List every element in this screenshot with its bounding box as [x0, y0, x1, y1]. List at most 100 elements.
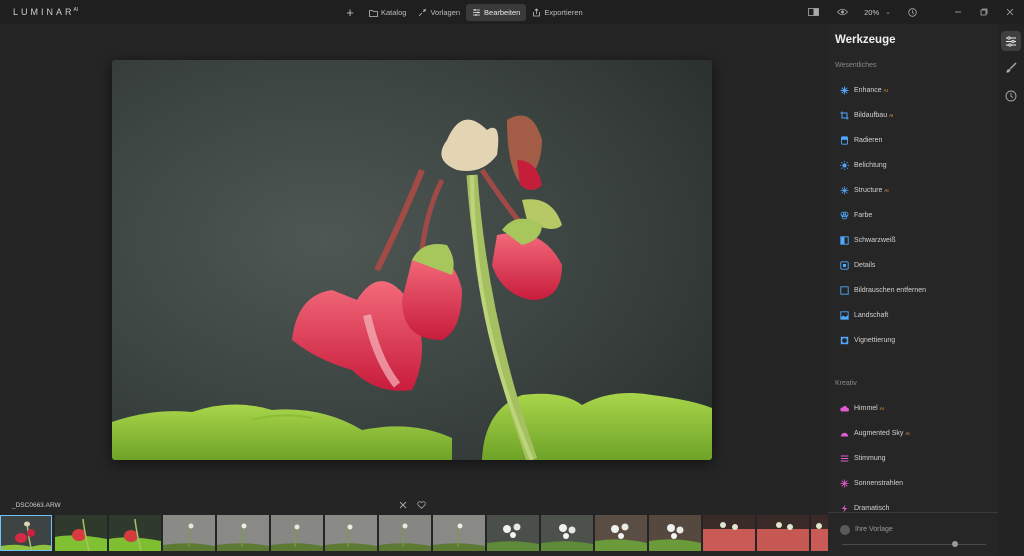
panel-title: Werkzeuge	[835, 34, 896, 46]
history-clock-icon[interactable]	[904, 4, 920, 20]
filmstrip-thumbnail[interactable]	[595, 515, 647, 551]
tool-details-label: Details	[854, 261, 876, 269]
filmstrip-filename: _DSC0663.ARW	[12, 502, 61, 509]
filmstrip-thumbnail[interactable]	[217, 515, 269, 551]
brush-icon[interactable]	[1001, 58, 1021, 78]
enhance-icon	[840, 86, 849, 95]
close-button[interactable]	[1002, 4, 1018, 20]
mood-icon	[840, 454, 849, 463]
filmstrip-thumbnail[interactable]	[325, 515, 377, 551]
reject-icon[interactable]	[398, 500, 408, 510]
zoom-dropdown[interactable]: 20% ⌄	[864, 8, 891, 17]
tool-himmel[interactable]: Himmel AI	[840, 401, 884, 415]
tool-structure-label: Structure	[854, 186, 883, 194]
add-photos-button[interactable]: +	[343, 4, 357, 21]
tool-details[interactable]: Details	[840, 258, 875, 272]
restore-button[interactable]	[976, 4, 992, 20]
app-logo-sup: AI	[73, 7, 79, 13]
tool-sonnenstrahlen[interactable]: Sonnenstrahlen	[840, 476, 903, 490]
crop-icon	[840, 111, 849, 120]
filmstrip-thumbnail[interactable]	[757, 515, 809, 551]
zoom-value: 20%	[864, 7, 880, 17]
tools-sliders-icon[interactable]	[1001, 31, 1021, 51]
tab-bearbeiten[interactable]: Bearbeiten	[466, 4, 527, 21]
tool-radieren[interactable]: Radieren	[840, 133, 882, 147]
tool-sonnenstrahlen-label: Sonnenstrahlen	[854, 479, 904, 487]
filmstrip-thumbnail[interactable]	[379, 515, 431, 551]
tool-stimmung[interactable]: Stimmung	[840, 451, 886, 465]
history-icon[interactable]	[1001, 86, 1021, 106]
tool-bildrauschen[interactable]: Bildrauschen entfernen	[840, 283, 926, 297]
tool-augmented-sky-label: Augmented Sky	[854, 429, 904, 437]
main-photo[interactable]	[112, 60, 712, 460]
preset-label: Ihre Vorlage	[855, 526, 893, 533]
tab-exportieren[interactable]: Exportieren	[526, 4, 588, 21]
minimize-button[interactable]	[950, 4, 966, 20]
top-right-controls: 20% ⌄	[805, 0, 1024, 24]
tool-augmented-sky[interactable]: Augmented Sky AI	[840, 426, 910, 440]
tab-katalog-label: Katalog	[381, 8, 407, 17]
image-canvas[interactable]	[0, 24, 828, 498]
section-label-essentials: Wesentliches	[835, 62, 877, 69]
tool-schwarzweiss[interactable]: Schwarzweiß	[840, 233, 896, 247]
filmstrip-thumbnail[interactable]	[649, 515, 701, 551]
app-logo-text: LUMINAR	[13, 7, 75, 17]
denoise-icon	[840, 285, 849, 295]
details-icon	[840, 260, 849, 270]
tools-panel: Werkzeuge Wesentliches Enhance AI Bildauf…	[828, 24, 998, 556]
tool-belichtung-label: Belichtung	[854, 161, 887, 169]
preset-bar: Ihre Vorlage	[828, 512, 998, 556]
augmented-sky-icon	[840, 429, 849, 438]
eye-icon[interactable]	[834, 4, 850, 20]
tool-himmel-label: Himmel	[854, 404, 878, 412]
favorite-heart-icon[interactable]	[416, 500, 426, 510]
tool-farbe[interactable]: Farbe	[840, 208, 872, 222]
filmstrip-actions	[398, 500, 426, 510]
bw-icon	[840, 235, 849, 245]
presets-icon	[418, 8, 427, 17]
filmstrip-thumbnail[interactable]	[541, 515, 593, 551]
eraser-icon	[840, 135, 849, 145]
filmstrip-thumbnail[interactable]	[487, 515, 539, 551]
tool-bildaufbau[interactable]: Bildaufbau AI	[840, 108, 893, 122]
tool-belichtung[interactable]: Belichtung	[840, 158, 887, 172]
ai-badge: AI	[889, 112, 894, 118]
top-navigation: + Katalog Vorlagen Bearbeiten Exportiere…	[343, 4, 589, 21]
tool-structure[interactable]: Structure AI	[840, 183, 889, 197]
filmstrip-thumbnail[interactable]	[433, 515, 485, 551]
sunrays-icon	[840, 479, 849, 488]
tab-katalog[interactable]: Katalog	[363, 4, 412, 21]
preset-slider-thumb[interactable]	[952, 541, 958, 547]
tab-vorlagen-label: Vorlagen	[430, 8, 461, 17]
filmstrip-thumbnail[interactable]	[109, 515, 161, 551]
filmstrip	[0, 515, 828, 551]
tab-vorlagen[interactable]: Vorlagen	[412, 4, 466, 21]
filmstrip-thumbnail[interactable]	[811, 515, 828, 551]
tab-bearbeiten-label: Bearbeiten	[484, 8, 521, 17]
filmstrip-thumbnail[interactable]	[703, 515, 755, 551]
tool-enhance[interactable]: Enhance AI	[840, 83, 888, 97]
compare-icon[interactable]	[805, 4, 821, 20]
filmstrip-thumbnail[interactable]	[163, 515, 215, 551]
tool-schwarzweiss-label: Schwarzweiß	[854, 236, 896, 244]
edit-icon	[472, 8, 481, 17]
ai-badge: AI	[905, 430, 910, 436]
tool-landschaft[interactable]: Landschaft	[840, 308, 888, 322]
top-bar: LUMINARAI + Katalog Vorlagen Bearbeiten …	[0, 0, 1024, 24]
chevron-down-icon: ⌄	[885, 9, 891, 16]
tool-vignettierung[interactable]: Vignettierung	[840, 333, 895, 347]
section-label-creative: Kreativ	[835, 380, 857, 387]
tool-radieren-label: Radieren	[854, 136, 883, 144]
ai-badge: AI	[884, 187, 889, 193]
preset-amount-slider[interactable]	[842, 544, 986, 545]
sun-icon	[840, 160, 849, 170]
tool-landschaft-label: Landschaft	[854, 311, 889, 319]
filmstrip-thumbnail[interactable]	[271, 515, 323, 551]
filmstrip-thumbnail[interactable]	[55, 515, 107, 551]
vignette-icon	[840, 336, 849, 345]
tool-enhance-label: Enhance	[854, 86, 882, 94]
tool-vignettierung-label: Vignettierung	[854, 336, 896, 344]
app-logo: LUMINARAI	[13, 7, 78, 17]
tool-bildrauschen-label: Bildrauschen entfernen	[854, 286, 926, 294]
filmstrip-thumbnail[interactable]	[0, 515, 52, 551]
